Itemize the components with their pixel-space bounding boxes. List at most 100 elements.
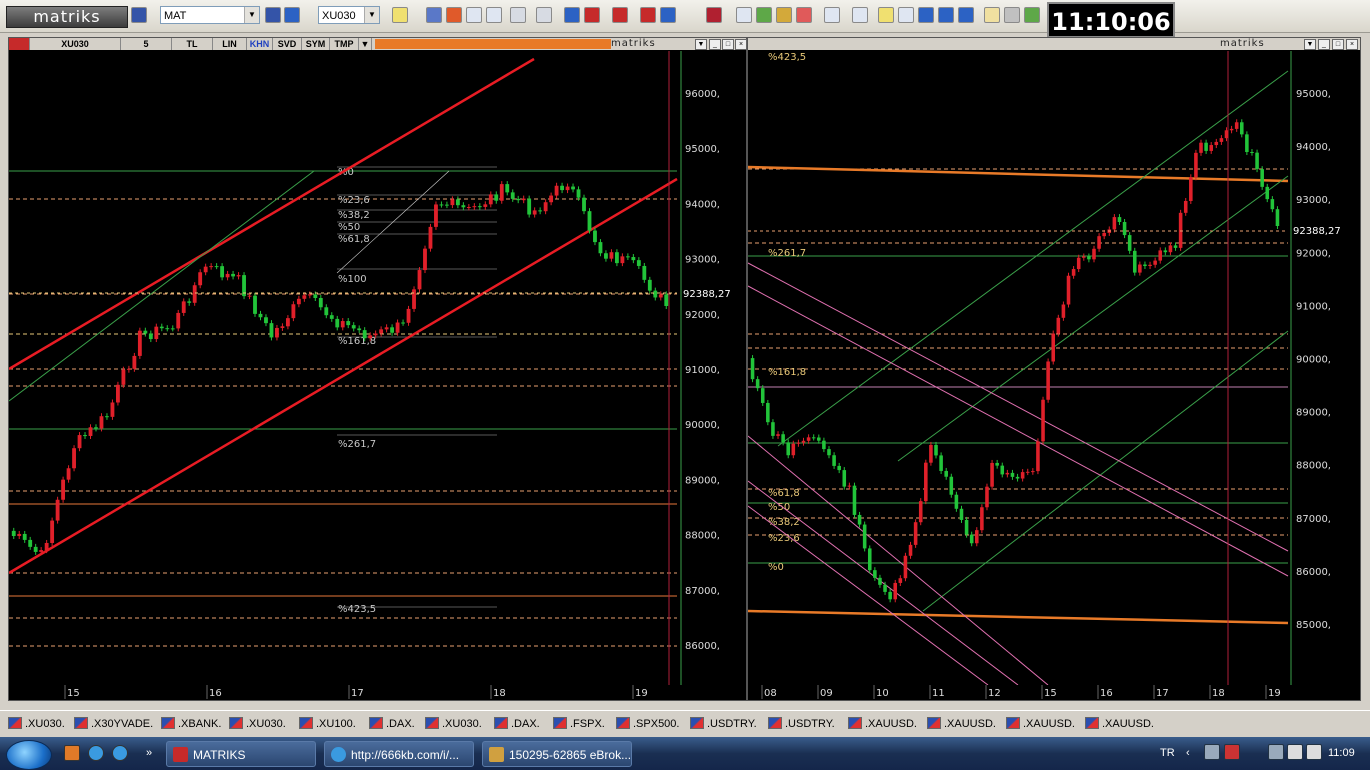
- tmp-dropdown-icon[interactable]: ▼: [359, 38, 372, 50]
- mail-icon[interactable]: [984, 7, 1000, 23]
- price-label: 90000,: [1296, 355, 1331, 366]
- bold-b-icon[interactable]: [584, 7, 600, 23]
- symbol-tab[interactable]: .FSPX.: [553, 716, 605, 732]
- candle: [137, 330, 142, 356]
- tray-volume-icon[interactable]: [1306, 744, 1322, 760]
- monitor-icon[interactable]: [918, 7, 934, 23]
- candle: [1036, 441, 1040, 472]
- globe-icon[interactable]: [660, 7, 676, 23]
- layout-select[interactable]: MAT ▼: [160, 6, 260, 24]
- fib-label: %261,7: [768, 248, 806, 259]
- symbol-tab[interactable]: .XU100.: [299, 716, 356, 732]
- candle: [110, 402, 115, 417]
- tile-icon[interactable]: [938, 7, 954, 23]
- symbol-tab[interactable]: .XBANK.: [161, 716, 221, 732]
- note-icon[interactable]: [878, 7, 894, 23]
- edit-icon[interactable]: [898, 7, 914, 23]
- tray-monitor-icon[interactable]: [1268, 744, 1284, 760]
- tag-icon[interactable]: [536, 7, 552, 23]
- symbol-tab[interactable]: .USDTRY.: [690, 716, 757, 732]
- close-icon[interactable]: ×: [735, 39, 747, 50]
- tmp-button[interactable]: TMP: [330, 38, 359, 50]
- chart-type-icon[interactable]: [9, 38, 30, 50]
- compare-icon[interactable]: [466, 7, 482, 23]
- tray-flag-icon[interactable]: [1287, 744, 1303, 760]
- candle: [642, 265, 647, 280]
- list-icon[interactable]: [796, 7, 812, 23]
- u-icon[interactable]: [640, 7, 656, 23]
- candle: [867, 548, 872, 571]
- right-chart-header: matriks ▼ _ □ ×: [748, 38, 1360, 50]
- settings-icon[interactable]: [510, 7, 526, 23]
- bank-icon[interactable]: [564, 7, 580, 23]
- candle: [538, 210, 543, 212]
- symbol-tab[interactable]: .DAX.: [369, 716, 415, 732]
- tray-chevron-icon[interactable]: ‹: [1186, 747, 1190, 759]
- cascade-icon[interactable]: [958, 7, 974, 23]
- dropdown-icon[interactable]: ▼: [695, 39, 707, 50]
- symbol-tab[interactable]: .XU030.: [229, 716, 286, 732]
- left-period-label[interactable]: 5: [121, 38, 172, 50]
- minimize-icon[interactable]: _: [1318, 39, 1330, 50]
- close-icon[interactable]: ×: [1346, 39, 1358, 50]
- pen-tool-icon[interactable]: [392, 7, 408, 23]
- symbol-tab[interactable]: .X30YVADE.: [74, 716, 153, 732]
- chat-icon[interactable]: [1024, 7, 1040, 23]
- chart-icon[interactable]: [426, 7, 442, 23]
- symbol-tab[interactable]: .SPX500.: [616, 716, 679, 732]
- svd-button[interactable]: SVD: [273, 38, 302, 50]
- start-button[interactable]: [6, 740, 52, 770]
- dollar-icon[interactable]: [776, 7, 792, 23]
- folder-icon[interactable]: [265, 7, 281, 23]
- maximize-icon[interactable]: □: [1332, 39, 1344, 50]
- chart-tab-icon: [927, 717, 941, 729]
- clock-icon[interactable]: [486, 7, 502, 23]
- people-icon[interactable]: [756, 7, 772, 23]
- symbol-tab[interactable]: .XU030.: [425, 716, 482, 732]
- task-matriks[interactable]: MATRIKS: [166, 741, 316, 767]
- dropdown-icon[interactable]: ▼: [1304, 39, 1316, 50]
- khn-button[interactable]: KHN: [247, 38, 273, 50]
- tray-shield-icon[interactable]: [1224, 744, 1240, 760]
- maximize-icon[interactable]: □: [722, 39, 734, 50]
- candle: [750, 358, 755, 380]
- browser-icon[interactable]: [88, 745, 104, 761]
- symbol-tab[interactable]: .XAUUSD.: [1006, 716, 1075, 732]
- left-price-chart[interactable]: 96000, 95000, 94000, 93000, 92000, 91000, 9000…: [9, 51, 746, 685]
- eye-icon[interactable]: [736, 7, 752, 23]
- tray-network-icon[interactable]: [1204, 744, 1220, 760]
- symbol-tab[interactable]: .XAUUSD.: [1085, 716, 1154, 732]
- symbol-tab[interactable]: .XU030.: [8, 716, 65, 732]
- symbol-tab[interactable]: .XAUUSD.: [848, 716, 917, 732]
- left-symbol-label[interactable]: XU030: [30, 38, 121, 50]
- print-icon[interactable]: [1004, 7, 1020, 23]
- window-icon[interactable]: [852, 7, 868, 23]
- symbol-tab[interactable]: .DAX.: [494, 716, 540, 732]
- candle: [620, 256, 625, 264]
- sym-button[interactable]: SYM: [302, 38, 330, 50]
- info-icon[interactable]: [284, 7, 300, 23]
- symbol-tab[interactable]: .XAUUSD.: [927, 716, 996, 732]
- taskbar-expand-icon[interactable]: »: [146, 747, 152, 759]
- candle: [253, 295, 257, 314]
- minimize-icon[interactable]: _: [709, 39, 721, 50]
- tl-button[interactable]: TL: [172, 38, 213, 50]
- app-folder-icon[interactable]: [64, 745, 80, 761]
- save-icon[interactable]: [131, 7, 147, 23]
- browser-icon[interactable]: [112, 745, 128, 761]
- task-browser[interactable]: http://666kb.com/i/...: [324, 741, 474, 767]
- language-indicator[interactable]: TR: [1160, 747, 1175, 759]
- task-ebrok[interactable]: 150295-62865 eBrok...: [482, 741, 632, 767]
- right-price-chart[interactable]: 95000, 94000, 93000, 92000, 91000, 90000, 8900…: [748, 51, 1360, 685]
- menu-icon[interactable]: [824, 7, 840, 23]
- price-label: 94000,: [685, 199, 720, 210]
- symbol-tab[interactable]: .USDTRY.: [768, 716, 835, 732]
- symbol-select[interactable]: XU030 ▼: [318, 6, 380, 24]
- font-a-icon[interactable]: [612, 7, 628, 23]
- candle: [379, 329, 384, 334]
- lin-button[interactable]: LIN: [213, 38, 247, 50]
- m-chart-icon[interactable]: [706, 7, 722, 23]
- pie-icon[interactable]: [446, 7, 462, 23]
- candle: [857, 514, 862, 525]
- price-label: 91000,: [685, 365, 720, 376]
